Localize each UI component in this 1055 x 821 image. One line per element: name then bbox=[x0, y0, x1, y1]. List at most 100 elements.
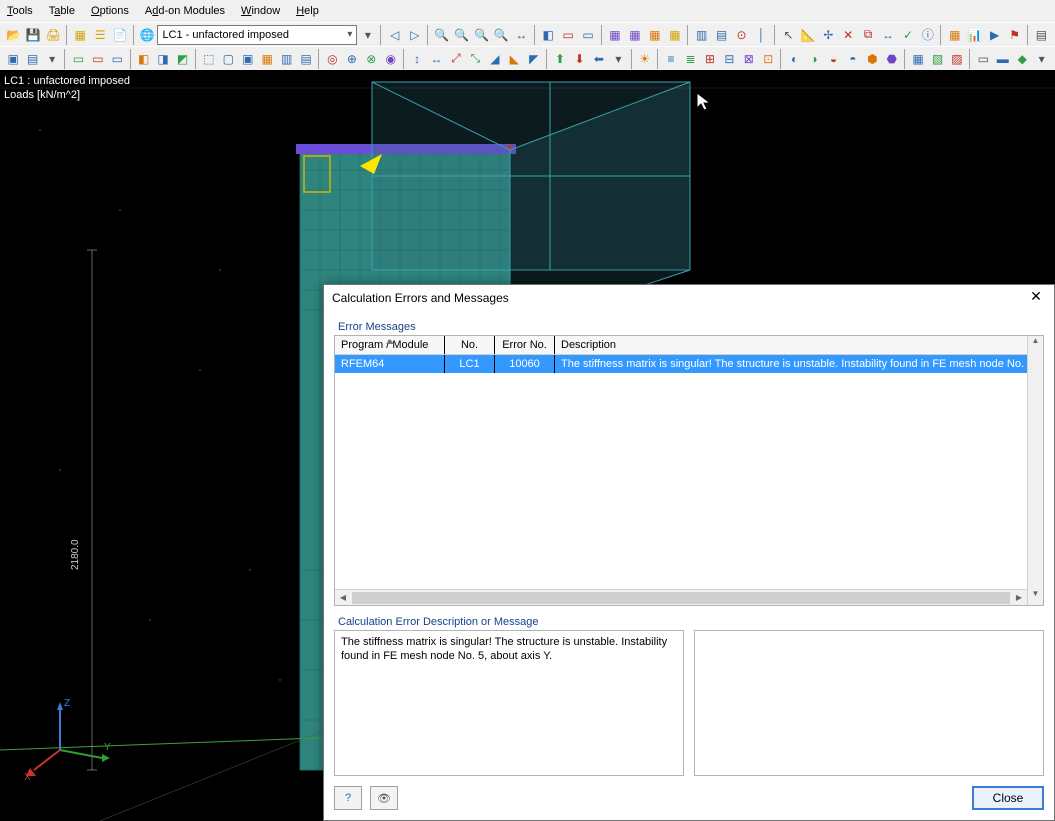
t2-13-icon[interactable]: ▥ bbox=[277, 49, 295, 69]
t2-46-icon[interactable]: ▬ bbox=[994, 49, 1012, 69]
view-button[interactable]: 👁 bbox=[370, 786, 398, 810]
t2-47-icon[interactable]: ◆ bbox=[1013, 49, 1031, 69]
view-front-icon[interactable]: ▭ bbox=[559, 25, 578, 45]
vertical-scrollbar[interactable]: ▲ ▼ bbox=[1027, 336, 1043, 605]
t2-26-icon[interactable]: ⬆ bbox=[551, 49, 569, 69]
prev-icon[interactable]: ◁ bbox=[385, 25, 404, 45]
t2-6-icon[interactable]: ◧ bbox=[134, 49, 152, 69]
t2-45-icon[interactable]: ▭ bbox=[974, 49, 992, 69]
save-icon[interactable]: 💾 bbox=[24, 25, 43, 45]
render-hidden-icon[interactable]: ▦ bbox=[665, 25, 684, 45]
render-shade-icon[interactable]: ▦ bbox=[645, 25, 664, 45]
t2-dd3-icon[interactable]: ▾ bbox=[1032, 49, 1050, 69]
t2-28-icon[interactable]: ⬅ bbox=[590, 49, 608, 69]
t2-7-icon[interactable]: ◨ bbox=[154, 49, 172, 69]
node-icon[interactable]: ⊙ bbox=[732, 25, 751, 45]
t2-11-icon[interactable]: ▣ bbox=[239, 49, 257, 69]
grid-icon[interactable]: ▥ bbox=[692, 25, 711, 45]
diagram-icon[interactable]: 📊 bbox=[965, 25, 984, 45]
col-no[interactable]: No. bbox=[445, 336, 495, 354]
menu-help[interactable]: Help bbox=[294, 3, 321, 19]
t2-3-icon[interactable]: ▭ bbox=[69, 49, 87, 69]
member-icon[interactable]: │ bbox=[752, 25, 771, 45]
scroll-right-icon[interactable]: ▶ bbox=[1011, 593, 1027, 602]
t2-44-icon[interactable]: ▨ bbox=[948, 49, 966, 69]
col-program[interactable]: Program / Module bbox=[335, 336, 445, 354]
view-top-icon[interactable]: ▭ bbox=[579, 25, 598, 45]
t2-27-icon[interactable]: ⬇ bbox=[570, 49, 588, 69]
t2-17-icon[interactable]: ⊗ bbox=[362, 49, 380, 69]
delete-icon[interactable]: ✕ bbox=[839, 25, 858, 45]
menu-window[interactable]: Window bbox=[239, 3, 282, 19]
dimension-icon[interactable]: ↔ bbox=[512, 25, 531, 45]
measure-icon[interactable]: 📐 bbox=[799, 25, 818, 45]
scroll-up-icon[interactable]: ▲ bbox=[1028, 336, 1043, 352]
zoom-extents-icon[interactable]: 🔍 bbox=[492, 25, 511, 45]
horizontal-scrollbar[interactable]: ◀ ▶ bbox=[335, 589, 1027, 605]
t2-41-icon[interactable]: ⬣ bbox=[883, 49, 901, 69]
axis-icon[interactable]: ✢ bbox=[819, 25, 838, 45]
t2-15-icon[interactable]: ◎ bbox=[323, 49, 341, 69]
results-icon[interactable]: ▦ bbox=[945, 25, 964, 45]
t2-19-icon[interactable]: ↕ bbox=[408, 49, 426, 69]
loadcase-combo[interactable]: LC1 - unfactored imposed bbox=[157, 25, 357, 45]
col-errno[interactable]: Error No. bbox=[495, 336, 555, 354]
menu-addon[interactable]: Add-on Modules bbox=[143, 3, 227, 19]
globe-icon[interactable]: 🌐 bbox=[138, 25, 157, 45]
t2-36-icon[interactable]: ◐ bbox=[785, 49, 803, 69]
t2-dd-icon[interactable]: ▾ bbox=[43, 49, 61, 69]
t2-8-icon[interactable]: ◩ bbox=[173, 49, 191, 69]
col-description[interactable]: Description bbox=[555, 336, 1043, 354]
t2-30-icon[interactable]: ≡ bbox=[662, 49, 680, 69]
t2-12-icon[interactable]: ▦ bbox=[258, 49, 276, 69]
t2-31-icon[interactable]: ≣ bbox=[681, 49, 699, 69]
t2-23-icon[interactable]: ◢ bbox=[486, 49, 504, 69]
t2-16-icon[interactable]: ⊕ bbox=[343, 49, 361, 69]
t2-37-icon[interactable]: ◑ bbox=[805, 49, 823, 69]
menu-table[interactable]: Table bbox=[47, 3, 77, 19]
help-button[interactable]: ? bbox=[334, 786, 362, 810]
close-icon[interactable]: ✕ bbox=[1026, 288, 1046, 308]
t2-20-icon[interactable]: ↔ bbox=[427, 49, 445, 69]
t2-32-icon[interactable]: ⊞ bbox=[701, 49, 719, 69]
t2-2-icon[interactable]: ▤ bbox=[23, 49, 41, 69]
select-icon[interactable]: ↖ bbox=[779, 25, 798, 45]
info-icon[interactable]: ⓘ bbox=[918, 25, 937, 45]
t2-29-icon[interactable]: ☀ bbox=[635, 49, 653, 69]
t2-9-icon[interactable]: ⬚ bbox=[200, 49, 218, 69]
t2-10-icon[interactable]: ▢ bbox=[219, 49, 237, 69]
t2-42-icon[interactable]: ▦ bbox=[909, 49, 927, 69]
t2-21-icon[interactable]: ⤢ bbox=[447, 49, 465, 69]
t2-18-icon[interactable]: ◉ bbox=[382, 49, 400, 69]
close-button[interactable]: Close bbox=[972, 786, 1044, 810]
copy-icon[interactable]: ⧉ bbox=[859, 25, 878, 45]
t2-1-icon[interactable]: ▣ bbox=[4, 49, 22, 69]
zoom-fit-icon[interactable]: 🔍 bbox=[452, 25, 471, 45]
t2-34-icon[interactable]: ⊠ bbox=[740, 49, 758, 69]
t2-5-icon[interactable]: ▭ bbox=[108, 49, 126, 69]
menu-options[interactable]: Options bbox=[89, 3, 131, 19]
menu-tools[interactable]: Tools bbox=[5, 3, 35, 19]
table-row[interactable]: RFEM64 LC1 10060 The stiffness matrix is… bbox=[335, 355, 1043, 373]
t2-38-icon[interactable]: ◒ bbox=[824, 49, 842, 69]
doc-icon[interactable]: 📄 bbox=[111, 25, 130, 45]
layer-icon[interactable]: ▤ bbox=[1032, 25, 1051, 45]
render-solid-icon[interactable]: ▦ bbox=[606, 25, 625, 45]
dropdown-arrow-icon[interactable]: ▾ bbox=[358, 25, 377, 45]
t2-43-icon[interactable]: ▧ bbox=[928, 49, 946, 69]
open-icon[interactable]: 📂 bbox=[4, 25, 23, 45]
view-iso-icon[interactable]: ◧ bbox=[539, 25, 558, 45]
move-icon[interactable]: ↔ bbox=[879, 25, 898, 45]
t2-25-icon[interactable]: ◤ bbox=[524, 49, 542, 69]
t2-22-icon[interactable]: ⤡ bbox=[466, 49, 484, 69]
t2-40-icon[interactable]: ⬢ bbox=[863, 49, 881, 69]
list-icon[interactable]: ☰ bbox=[91, 25, 110, 45]
next-icon[interactable]: ▷ bbox=[405, 25, 424, 45]
t2-14-icon[interactable]: ▤ bbox=[297, 49, 315, 69]
zoom-icon[interactable]: 🔍 bbox=[432, 25, 451, 45]
scroll-left-icon[interactable]: ◀ bbox=[335, 593, 351, 602]
flag-icon[interactable]: ⚑ bbox=[1005, 25, 1024, 45]
animation-icon[interactable]: ▶ bbox=[985, 25, 1004, 45]
t2-35-icon[interactable]: ⊡ bbox=[759, 49, 777, 69]
dialog-titlebar[interactable]: Calculation Errors and Messages ✕ bbox=[324, 285, 1054, 311]
